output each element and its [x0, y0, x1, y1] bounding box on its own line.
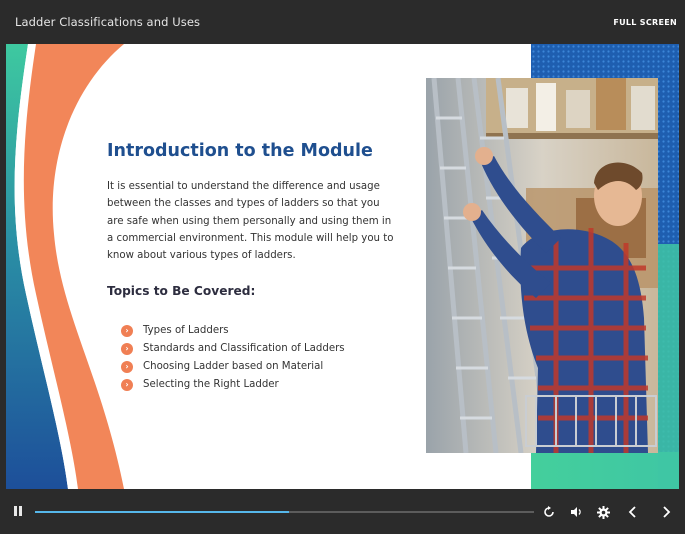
- list-item: › Standards and Classification of Ladders: [121, 340, 345, 358]
- chevron-right-icon: ›: [121, 343, 133, 355]
- full-screen-button[interactable]: FULL SCREEN: [613, 18, 677, 27]
- pause-icon[interactable]: [14, 506, 22, 516]
- playback-controls: [0, 489, 685, 534]
- topics-heading: Topics to Be Covered:: [107, 284, 256, 298]
- slide-heading: Introduction to the Module: [107, 141, 373, 161]
- topics-list: › Types of Ladders › Standards and Classif…: [121, 322, 345, 394]
- topic-label: Selecting the Right Ladder: [143, 379, 279, 390]
- chevron-right-icon: ›: [121, 361, 133, 373]
- replay-icon[interactable]: [543, 506, 555, 518]
- settings-icon[interactable]: [597, 506, 610, 519]
- progress-fill: [35, 511, 290, 513]
- man-with-ladders-photo: [426, 78, 658, 453]
- chevron-right-icon: ›: [121, 325, 133, 337]
- list-item: › Types of Ladders: [121, 322, 345, 340]
- progress-bar[interactable]: [35, 511, 534, 513]
- intro-paragraph: It is essential to understand the differ…: [107, 181, 394, 262]
- chevron-right-icon: ›: [121, 379, 133, 391]
- list-item: › Choosing Ladder based on Material: [121, 358, 345, 376]
- next-icon[interactable]: [661, 506, 671, 518]
- topic-label: Choosing Ladder based on Material: [143, 361, 324, 372]
- topic-label: Standards and Classification of Ladders: [143, 343, 345, 354]
- player-header: Ladder Classifications and Uses FULL SCR…: [0, 0, 685, 44]
- volume-icon[interactable]: [570, 506, 583, 518]
- course-title: Ladder Classifications and Uses: [15, 15, 201, 29]
- slide-canvas: Introduction to the Module It is essenti…: [6, 44, 679, 489]
- topic-label: Types of Ladders: [143, 325, 229, 336]
- list-item: › Selecting the Right Ladder: [121, 376, 345, 394]
- previous-icon[interactable]: [628, 506, 638, 518]
